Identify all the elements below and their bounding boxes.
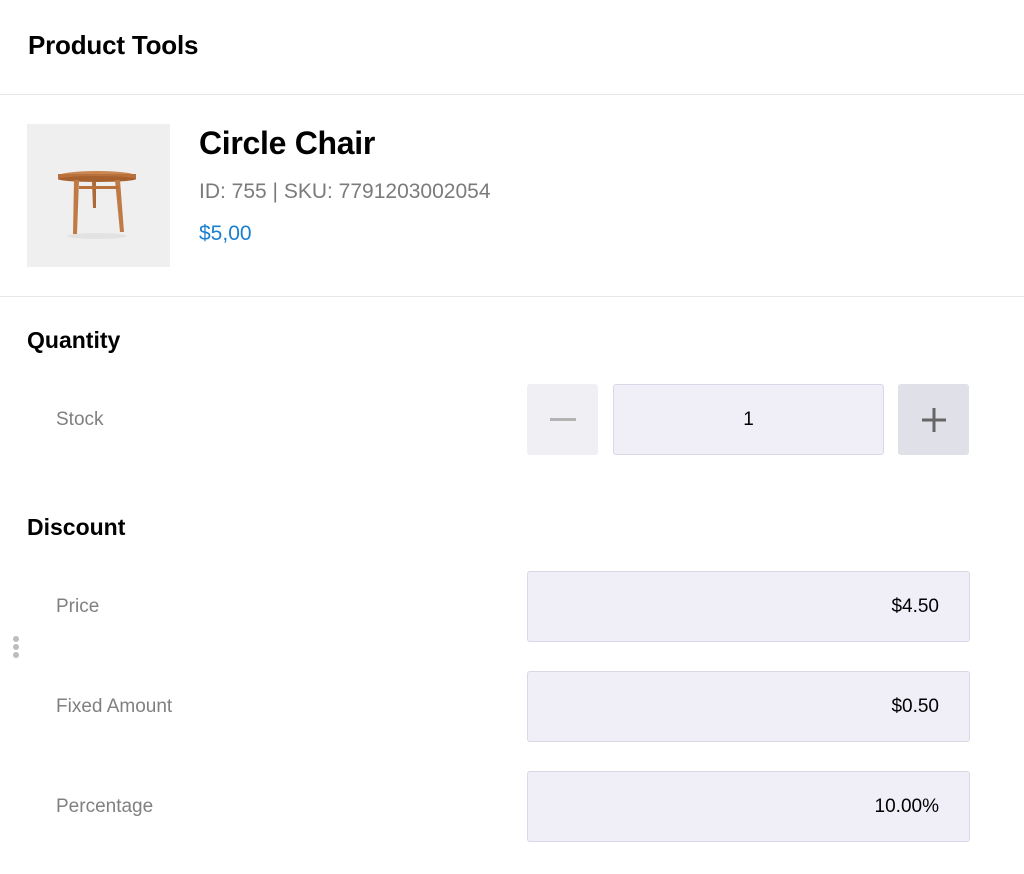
percentage-field[interactable]: 10.00% [527,771,970,842]
quantity-input[interactable]: 1 [613,384,884,455]
drag-handle-icon[interactable] [12,636,20,660]
product-image [27,124,170,267]
fixed-amount-field[interactable]: $0.50 [527,671,970,742]
product-price: $5,00 [199,222,252,245]
decrement-button[interactable] [527,384,598,455]
quantity-heading: Quantity [27,327,121,353]
discount-heading: Discount [27,514,126,540]
product-name: Circle Chair [199,125,376,161]
round-table-image [58,171,136,239]
price-label: Price [56,596,100,617]
plus-icon [921,407,946,432]
increment-button[interactable] [898,384,969,455]
percentage-label: Percentage [56,796,154,817]
fixed-amount-label: Fixed Amount [56,696,173,717]
panel-header: Product Tools [0,0,1024,95]
product-summary: Circle Chair ID: 755 | SKU: 779120300205… [0,95,1024,297]
price-field[interactable]: $4.50 [527,571,970,642]
panel-title: Product Tools [28,30,199,60]
minus-icon [549,417,576,421]
stock-label: Stock [56,409,104,430]
product-id-sku: ID: 755 | SKU: 7791203002054 [199,180,491,203]
